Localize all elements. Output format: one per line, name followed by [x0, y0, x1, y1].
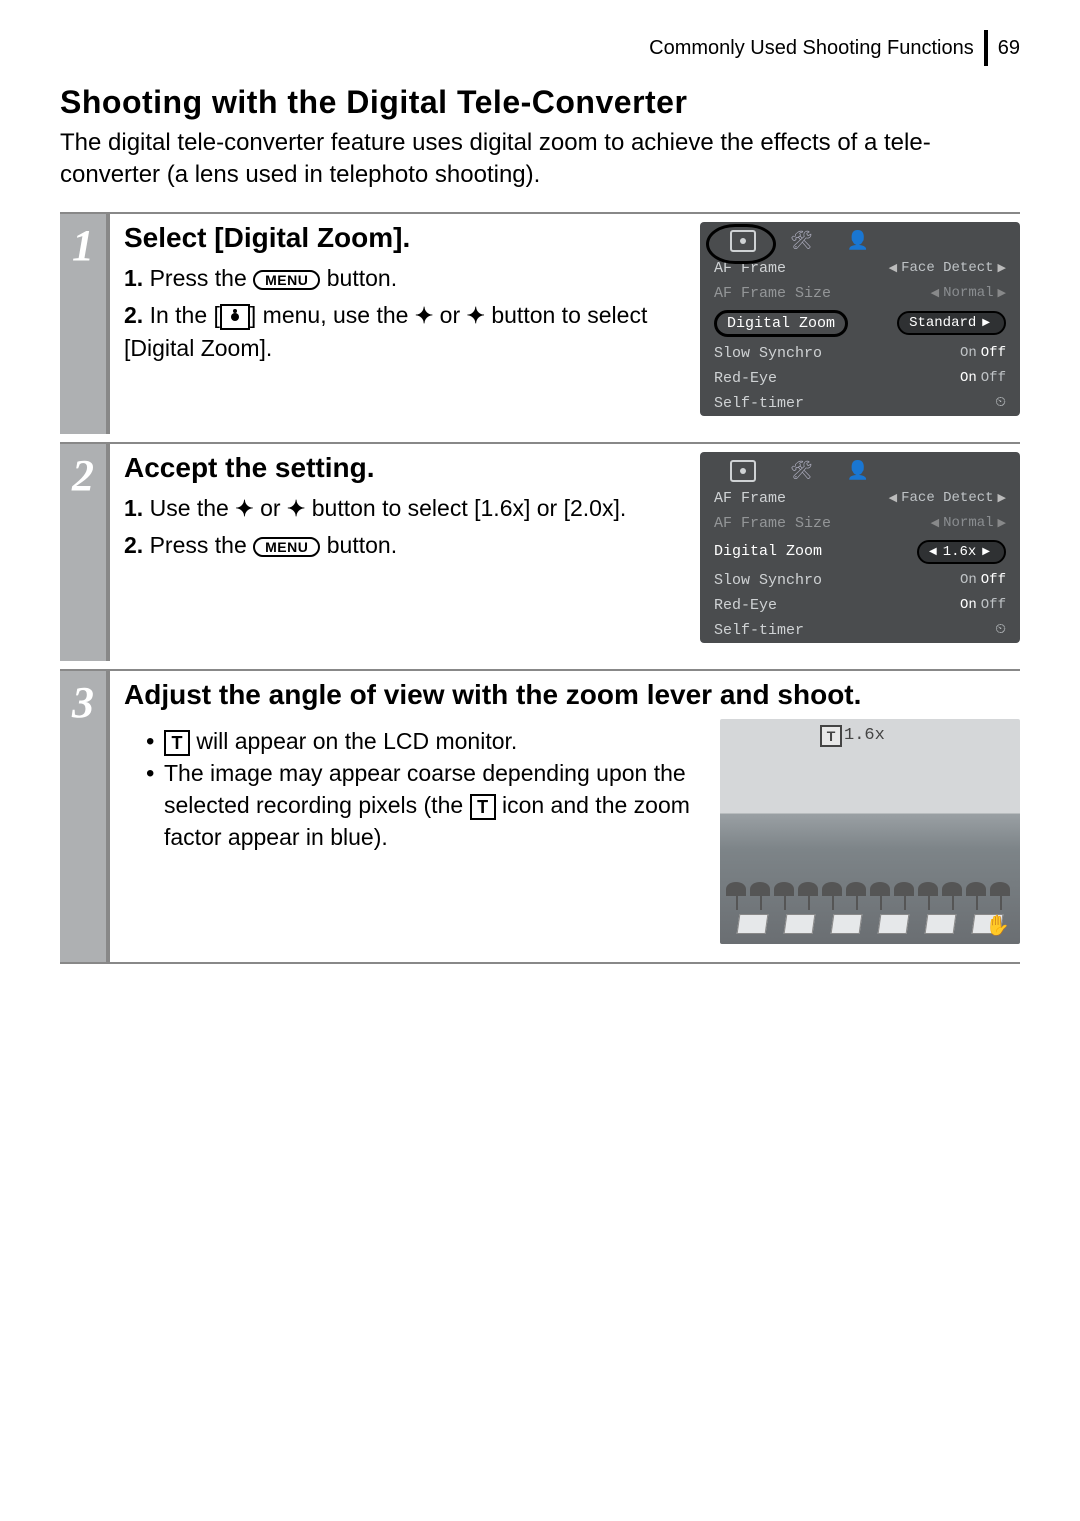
- step-number: 2: [60, 444, 110, 661]
- step-title: Accept the setting.: [124, 452, 684, 484]
- section-name: Commonly Used Shooting Functions: [649, 37, 974, 60]
- preview-photo: T 1.6x ✋: [720, 719, 1020, 944]
- page-number: 69: [998, 37, 1020, 60]
- timer-icon: ⏲: [995, 395, 1006, 411]
- person-tab-icon: 👤: [847, 230, 869, 252]
- hand-icon: ✋: [985, 913, 1010, 938]
- right-arrow-icon: ✦: [287, 496, 305, 521]
- up-arrow-icon: ✦: [415, 303, 433, 328]
- page-title: Shooting with the Digital Tele-Converter: [60, 84, 1020, 121]
- camera-tab-icon: [730, 460, 756, 482]
- highlight-value: ◀1.6x▶: [917, 540, 1006, 564]
- step-title: Select [Digital Zoom].: [124, 222, 684, 254]
- substep: 1. Use the ✦ or ✦ button to select [1.6x…: [124, 492, 684, 525]
- header-divider: [984, 30, 988, 66]
- step-3: 3 Adjust the angle of view with the zoom…: [60, 669, 1020, 964]
- page-header: Commonly Used Shooting Functions 69: [60, 30, 1020, 66]
- substep: 2. Press the MENU button.: [124, 529, 684, 562]
- tools-tab-icon: 🛠: [790, 230, 813, 252]
- step-1: 1 Select [Digital Zoom]. 1. Press the ME…: [60, 212, 1020, 434]
- menu-button-icon: MENU: [253, 537, 320, 557]
- t-icon: T: [820, 725, 842, 747]
- lcd-screenshot-1: 🛠 👤 AF Frame◀Face Detect▶ AF Frame Size◀…: [700, 222, 1020, 416]
- substep: 2. In the [] menu, use the ✦ or ✦ button…: [124, 299, 684, 366]
- step-number: 3: [60, 671, 110, 962]
- substep: 1. Press the MENU button.: [124, 262, 684, 295]
- timer-icon: ⏲: [995, 622, 1006, 638]
- tools-tab-icon: 🛠: [790, 460, 813, 482]
- step-2: 2 Accept the setting. 1. Use the ✦ or ✦ …: [60, 442, 1020, 661]
- left-arrow-icon: ✦: [235, 496, 253, 521]
- zoom-badge: T 1.6x: [820, 725, 885, 747]
- t-icon: T: [164, 730, 190, 756]
- camera-tab-icon: [730, 230, 756, 252]
- lcd-screenshot-2: 🛠 👤 AF Frame◀Face Detect▶ AF Frame Size◀…: [700, 452, 1020, 643]
- person-tab-icon: 👤: [847, 460, 869, 482]
- bullet: The image may appear coarse depending up…: [146, 757, 694, 854]
- bullet: T will appear on the LCD monitor.: [146, 725, 694, 757]
- intro-text: The digital tele-converter feature uses …: [60, 127, 1020, 192]
- menu-button-icon: MENU: [253, 270, 320, 290]
- camera-menu-icon: [220, 304, 250, 330]
- step-number: 1: [60, 214, 110, 434]
- zoom-factor: 1.6x: [844, 726, 885, 745]
- t-icon: T: [470, 794, 496, 820]
- down-arrow-icon: ✦: [467, 303, 485, 328]
- step-title: Adjust the angle of view with the zoom l…: [124, 679, 1020, 711]
